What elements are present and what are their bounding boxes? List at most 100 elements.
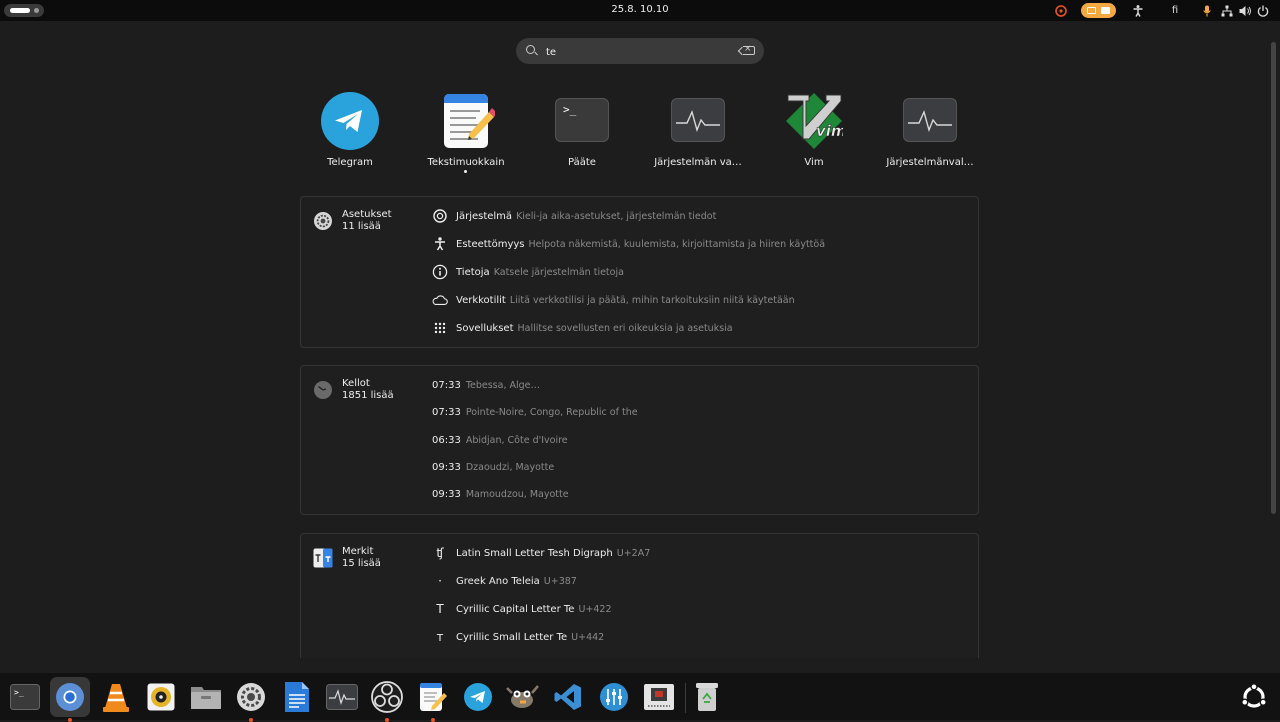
trash-icon bbox=[696, 683, 718, 711]
settings-result-apps[interactable]: Sovellukset Hallitse sovellusten eri oik… bbox=[432, 318, 733, 338]
power-icon[interactable] bbox=[1255, 3, 1271, 18]
svg-text:>_: >_ bbox=[14, 688, 24, 697]
dock-obs[interactable] bbox=[367, 677, 407, 722]
dock-settings[interactable] bbox=[231, 677, 271, 722]
gimp-icon bbox=[506, 685, 539, 708]
search-entry[interactable] bbox=[516, 38, 764, 64]
top-bar: 25.8. 10.10 fi bbox=[0, 0, 1280, 21]
vlc-icon bbox=[103, 684, 129, 712]
screen-icon bbox=[1101, 7, 1110, 14]
keyboard-layout-indicator[interactable]: fi bbox=[1166, 3, 1184, 18]
character-glyph: Т bbox=[436, 602, 444, 616]
system-monitor-icon bbox=[326, 684, 358, 710]
telegram-icon bbox=[464, 683, 492, 711]
provider-more-count: 1851 lisää bbox=[342, 390, 394, 401]
system-monitor-icon bbox=[901, 92, 959, 150]
terminal-icon: >_ bbox=[10, 684, 40, 710]
screen-share-indicator[interactable] bbox=[1081, 3, 1116, 18]
characters-app-icon bbox=[313, 548, 333, 568]
app-result-telegram[interactable]: Telegram bbox=[292, 92, 408, 177]
clocks-results-panel: Kellot 1851 lisää 07:33 Tebessa, Alge… 0… bbox=[300, 365, 979, 515]
dock: >_ bbox=[0, 673, 1280, 722]
accessibility-menu-icon[interactable] bbox=[1130, 3, 1146, 18]
microphone-icon[interactable] bbox=[1200, 3, 1214, 18]
character-glyph: т bbox=[436, 630, 444, 644]
character-result[interactable]: т Cyrillic Small Letter Te U+442 bbox=[432, 627, 605, 647]
network-icon[interactable] bbox=[1219, 3, 1235, 18]
settings-result-system[interactable]: Järjestelmä Kieli-ja aika-asetukset, jär… bbox=[432, 206, 716, 226]
dock-telegram[interactable] bbox=[458, 677, 498, 717]
running-indicator bbox=[385, 718, 389, 722]
equalizer-icon bbox=[600, 683, 628, 711]
show-apps-button[interactable] bbox=[1234, 677, 1274, 717]
settings-icon bbox=[313, 211, 333, 231]
apps-grid-icon bbox=[432, 320, 448, 336]
dock-rhythmbox[interactable] bbox=[141, 677, 181, 717]
results-scrollbar[interactable] bbox=[1271, 42, 1276, 514]
workspace-indicator bbox=[34, 8, 39, 13]
dock-writer[interactable] bbox=[277, 677, 317, 717]
text-editor-icon bbox=[437, 92, 495, 150]
clock-button[interactable]: 25.8. 10.10 bbox=[611, 4, 668, 15]
dock-hardware-app[interactable] bbox=[639, 677, 679, 717]
clear-search-icon[interactable] bbox=[743, 44, 755, 55]
app-result-system-monitor[interactable]: Järjestelmän va… bbox=[640, 92, 756, 177]
volume-icon[interactable] bbox=[1237, 3, 1253, 18]
dock-vlc[interactable] bbox=[96, 677, 136, 717]
libreoffice-writer-icon bbox=[285, 682, 309, 712]
dock-chromium[interactable] bbox=[50, 677, 90, 722]
dock-files[interactable] bbox=[186, 677, 226, 717]
provider-title: Asetukset bbox=[342, 209, 392, 220]
dock-terminal[interactable]: >_ bbox=[5, 677, 45, 717]
ubuntu-pro-icon[interactable] bbox=[1053, 3, 1069, 18]
dock-separator bbox=[685, 683, 686, 713]
app-result-system-monitor-2[interactable]: Järjestelmänval… bbox=[872, 92, 988, 177]
app-label: Järjestelmän va… bbox=[654, 157, 742, 168]
running-indicator bbox=[464, 170, 467, 173]
dock-vscode[interactable] bbox=[548, 677, 588, 717]
chip-icon bbox=[644, 684, 674, 710]
character-result[interactable]: · Greek Ano Teleia U+387 bbox=[432, 571, 577, 591]
search-icon bbox=[526, 45, 535, 54]
text-editor-icon bbox=[420, 683, 447, 711]
dock-system-monitor[interactable] bbox=[322, 677, 362, 717]
terminal-icon: >_ bbox=[553, 92, 611, 150]
svg-text:vim: vim bbox=[816, 122, 843, 140]
app-label: Telegram bbox=[327, 157, 373, 168]
dock-gimp[interactable] bbox=[503, 677, 543, 717]
screen-icon bbox=[1087, 7, 1096, 14]
dock-equalizer[interactable] bbox=[594, 677, 634, 717]
rhythmbox-icon bbox=[147, 683, 175, 711]
vim-icon: vim bbox=[785, 92, 847, 150]
settings-icon bbox=[237, 683, 265, 711]
clock-result[interactable]: 06:33 Abidjan, Côte d'Ivoire bbox=[432, 430, 568, 450]
character-glyph: ʧ bbox=[436, 546, 444, 560]
telegram-icon bbox=[321, 92, 379, 150]
settings-result-accessibility[interactable]: Esteettömyys Helpota näkemistä, kuulemis… bbox=[432, 234, 825, 254]
search-input[interactable] bbox=[544, 42, 728, 62]
character-result[interactable]: Т Cyrillic Capital Letter Te U+422 bbox=[432, 599, 611, 619]
app-result-text-editor[interactable]: Tekstimuokkain bbox=[408, 92, 524, 177]
app-label: Järjestelmänval… bbox=[886, 157, 974, 168]
clock-result[interactable]: 07:33 Pointe-Noire, Congo, Republic of t… bbox=[432, 402, 638, 422]
clock-result[interactable]: 09:33 Mamoudzou, Mayotte bbox=[432, 484, 569, 504]
running-indicator bbox=[431, 718, 435, 722]
clock-result[interactable]: 07:33 Tebessa, Alge… bbox=[432, 375, 540, 395]
app-result-vim[interactable]: vim Vim bbox=[756, 92, 872, 177]
character-result[interactable]: ʧ Latin Small Letter Tesh Digraph U+2A7 bbox=[432, 543, 650, 563]
app-result-terminal[interactable]: >_ Pääte bbox=[524, 92, 640, 177]
settings-result-about[interactable]: Tietoja Katsele järjestelmän tietoja bbox=[432, 262, 624, 282]
obs-studio-icon bbox=[371, 681, 403, 713]
dock-text-editor[interactable] bbox=[413, 677, 453, 722]
provider-more-count: 11 lisää bbox=[342, 221, 381, 232]
dock-trash[interactable] bbox=[687, 677, 727, 717]
files-icon bbox=[191, 687, 221, 709]
cloud-icon bbox=[432, 292, 448, 308]
clock-result[interactable]: 09:33 Dzaoudzi, Mayotte bbox=[432, 457, 554, 477]
characters-results-panel: Merkit 15 lisää ʧ Latin Small Letter Tes… bbox=[300, 533, 979, 658]
app-label: Pääte bbox=[568, 157, 596, 168]
settings-result-online-accounts[interactable]: Verkkotilit Liitä verkkotilisi ja päätä,… bbox=[432, 290, 795, 310]
clock-icon bbox=[313, 380, 333, 400]
provider-more-count: 15 lisää bbox=[342, 558, 381, 569]
activities-button[interactable] bbox=[4, 4, 44, 17]
